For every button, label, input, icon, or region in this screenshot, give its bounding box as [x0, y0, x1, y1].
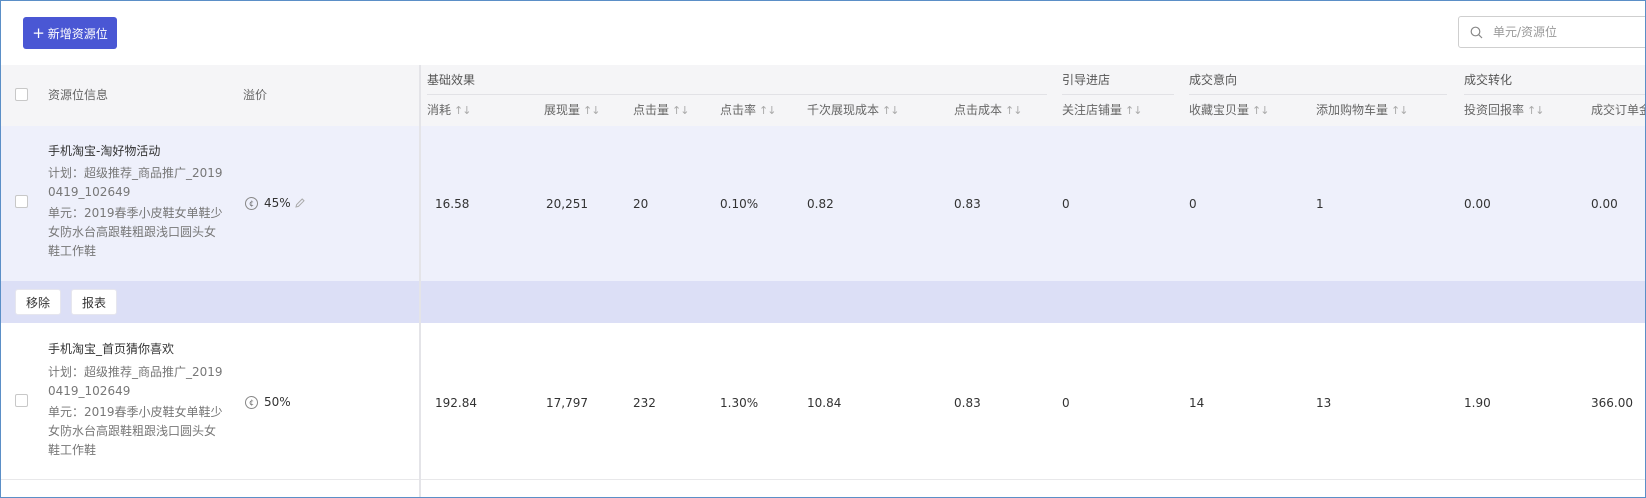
- sort-icon[interactable]: ↑↓: [1252, 104, 1269, 117]
- group-divider: [1189, 94, 1447, 95]
- cell-impressions: 20,251: [546, 197, 588, 211]
- cell-clicks: 20: [633, 197, 649, 211]
- resource-plan: 计划：超级推荐_商品推广_20190419_102649: [48, 365, 223, 398]
- cell-cost: 192.84: [435, 396, 477, 410]
- row-checkbox[interactable]: [15, 195, 28, 208]
- resource-title: 手机淘宝-淘好物活动: [48, 144, 161, 158]
- column-label: 添加购物车量: [1316, 103, 1389, 117]
- select-all-checkbox[interactable]: [15, 88, 28, 101]
- header-premium: 溢价: [243, 88, 268, 102]
- add-resource-label: 新增资源位: [47, 26, 108, 41]
- column-label: 点击成本: [954, 103, 1003, 117]
- column-label: 收藏宝贝量: [1189, 103, 1250, 117]
- header-resource-info: 资源位信息: [48, 88, 109, 102]
- column-item-favorites[interactable]: 收藏宝贝量 ↑↓: [1189, 102, 1269, 119]
- cell-cpm: 0.82: [807, 197, 834, 211]
- fixed-column-divider: [419, 65, 421, 497]
- group-deal-conversion: 成交转化: [1464, 73, 1513, 87]
- sort-icon[interactable]: ↑↓: [1005, 104, 1022, 117]
- column-store-follows[interactable]: 关注店铺量 ↑↓: [1062, 102, 1142, 119]
- cell-add-to-cart: 13: [1316, 396, 1332, 410]
- sort-icon[interactable]: ↑↓: [454, 104, 471, 117]
- resource-table-panel: + 新增资源位 资源位信息 溢价 基础效果 引导进店 成交意向 成交转化 消耗↑…: [0, 0, 1646, 498]
- column-add-to-cart[interactable]: 添加购物车量 ↑↓: [1316, 102, 1408, 119]
- resource-title: 手机淘宝_首页猜你喜欢: [48, 342, 175, 356]
- group-divider: [427, 94, 1047, 95]
- premium-text: 45%: [264, 196, 291, 210]
- cell-store-follows: 0: [1062, 197, 1070, 211]
- sort-icon[interactable]: ↑↓: [759, 104, 776, 117]
- column-label: 消耗: [427, 103, 452, 117]
- column-order-amount[interactable]: 成交订单金额↑↓: [1591, 102, 1645, 119]
- group-deal-intent: 成交意向: [1189, 73, 1238, 87]
- coin-icon: ¢: [245, 395, 258, 409]
- premium-value: ¢ 50%: [245, 395, 291, 409]
- group-divider: [1464, 94, 1645, 95]
- sort-icon[interactable]: ↑↓: [882, 104, 899, 117]
- resource-unit: 单元：2019春季小皮鞋女单鞋少女防水台高跟鞋粗跟浅口圆头女鞋工作鞋: [48, 405, 223, 457]
- group-divider: [1062, 94, 1174, 95]
- column-label: 点击量: [633, 103, 670, 117]
- premium-value: ¢ 45%: [245, 196, 306, 210]
- sort-icon[interactable]: ↑↓: [672, 104, 689, 117]
- column-label: 展现量: [544, 103, 581, 117]
- row-divider: [1, 479, 1645, 480]
- column-ctr[interactable]: 点击率 ↑↓: [720, 102, 776, 119]
- cell-item-favorites: 14: [1189, 396, 1205, 410]
- column-label: 成交订单金额: [1591, 103, 1645, 117]
- search-input[interactable]: [1491, 24, 1635, 40]
- column-cpc[interactable]: 点击成本 ↑↓: [954, 102, 1022, 119]
- cell-cost: 16.58: [435, 197, 470, 211]
- cell-add-to-cart: 1: [1316, 197, 1324, 211]
- add-resource-button[interactable]: + 新增资源位: [23, 17, 117, 49]
- cell-item-favorites: 0: [1189, 197, 1197, 211]
- column-clicks[interactable]: 点击量 ↑↓: [633, 102, 689, 119]
- column-label: 关注店铺量: [1062, 103, 1123, 117]
- cell-cpc: 0.83: [954, 396, 981, 410]
- column-label: 点击率: [720, 103, 757, 117]
- cell-cpm: 10.84: [807, 396, 842, 410]
- cell-ctr: 1.30%: [720, 396, 759, 410]
- coin-icon: ¢: [245, 196, 258, 210]
- column-impressions[interactable]: 展现量 ↑↓: [544, 102, 600, 119]
- plus-icon: +: [32, 23, 45, 42]
- cell-order-amount: 0.00: [1591, 197, 1618, 211]
- group-guide-store: 引导进店: [1062, 73, 1111, 87]
- column-cpm[interactable]: 千次展现成本 ↑↓: [807, 102, 899, 119]
- report-button[interactable]: 报表: [71, 289, 117, 315]
- sort-icon[interactable]: ↑↓: [1391, 104, 1408, 117]
- cell-store-follows: 0: [1062, 396, 1070, 410]
- column-cost[interactable]: 消耗 ↑↓: [427, 102, 471, 119]
- column-label: 千次展现成本: [807, 103, 880, 117]
- group-basic-effect: 基础效果: [427, 73, 476, 87]
- column-label: 投资回报率: [1464, 103, 1525, 117]
- row-action-bar: [1, 281, 1645, 323]
- row-checkbox[interactable]: [15, 394, 28, 407]
- sort-icon[interactable]: ↑↓: [1125, 104, 1142, 117]
- cell-ctr: 0.10%: [720, 197, 759, 211]
- cell-roi: 1.90: [1464, 396, 1491, 410]
- cell-clicks: 232: [633, 396, 656, 410]
- cell-order-amount: 366.00: [1591, 396, 1633, 410]
- cell-cpc: 0.83: [954, 197, 981, 211]
- search-icon: [1470, 26, 1483, 38]
- resource-unit: 单元：2019春季小皮鞋女单鞋少女防水台高跟鞋粗跟浅口圆头女鞋工作鞋: [48, 206, 223, 258]
- premium-text: 50%: [264, 395, 291, 409]
- search-box[interactable]: [1458, 16, 1645, 48]
- sort-icon[interactable]: ↑↓: [583, 104, 600, 117]
- cell-impressions: 17,797: [546, 396, 588, 410]
- column-roi[interactable]: 投资回报率 ↑↓: [1464, 102, 1544, 119]
- edit-pencil-icon[interactable]: [294, 197, 306, 209]
- resource-plan: 计划：超级推荐_商品推广_20190419_102649: [48, 166, 223, 199]
- cell-roi: 0.00: [1464, 197, 1491, 211]
- sort-icon[interactable]: ↑↓: [1527, 104, 1544, 117]
- remove-button[interactable]: 移除: [15, 289, 61, 315]
